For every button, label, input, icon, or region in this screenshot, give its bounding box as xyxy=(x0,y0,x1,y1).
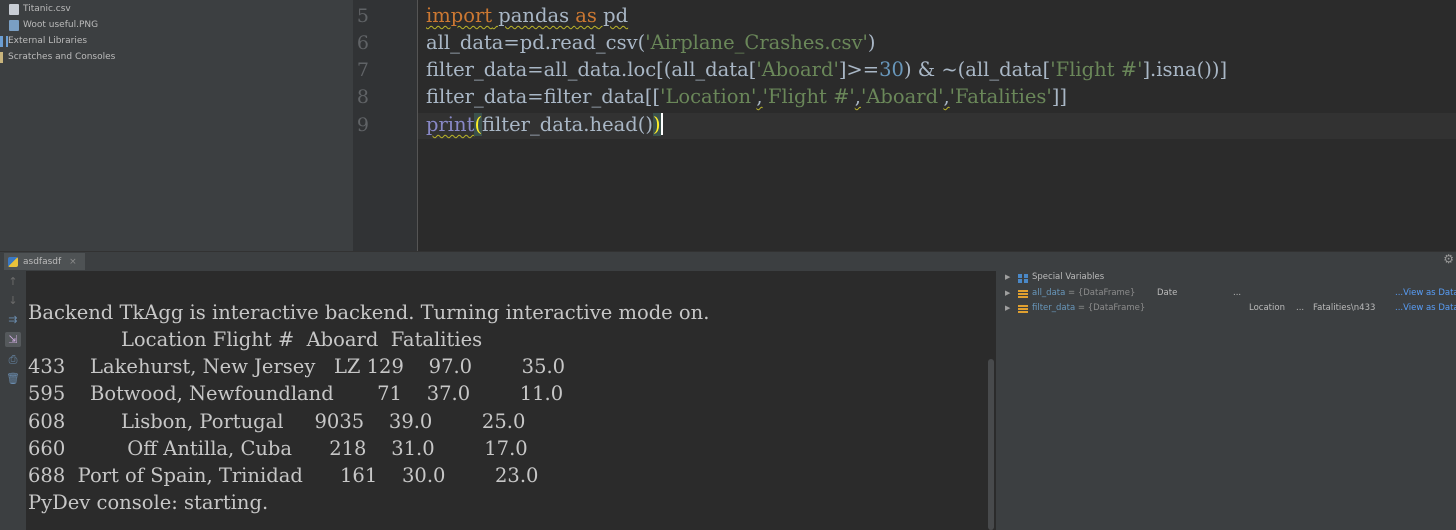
tree-item-label: Woot useful.PNG xyxy=(23,20,99,30)
matched-paren: ) xyxy=(652,113,661,136)
string-literal: 'Flight #' xyxy=(1050,58,1143,81)
dataframe-icon xyxy=(1018,290,1028,299)
line-number: 7 xyxy=(356,59,369,81)
tree-item-titanic-csv[interactable]: Titanic.csv xyxy=(9,1,71,17)
variable-preview: Fatalities\n433 xyxy=(1313,303,1376,313)
console-line: 433 Lakehurst, New Jersey LZ 129 97.0 35… xyxy=(28,355,566,378)
string-literal: 'Flight #' xyxy=(762,85,855,108)
matched-paren: ( xyxy=(474,113,483,136)
console-line: 608 Lisbon, Portugal 9035 39.0 25.0 xyxy=(28,410,526,433)
expand-arrow-icon[interactable]: ▶ xyxy=(1005,304,1010,312)
close-icon[interactable]: × xyxy=(69,257,77,267)
string-literal: 'Airplane_Crashes.csv' xyxy=(645,31,868,54)
console-line: 688 Port of Spain, Trinidad 161 30.0 23.… xyxy=(28,464,539,487)
code-text: all_data=pd.read_csv( xyxy=(426,31,646,54)
builtin-print: print xyxy=(426,113,475,136)
line-number: 6 xyxy=(356,32,369,54)
variable-name: filter_data = {DataFrame} xyxy=(1032,303,1145,313)
console-toolbar: ↑ ↓ ⇉ ⇲ ⎙ 🗑 xyxy=(0,271,26,530)
tree-item-label: Titanic.csv xyxy=(23,4,71,14)
variable-label: Special Variables xyxy=(1032,272,1105,282)
console-line: PyDev console: starting. xyxy=(28,491,269,514)
view-as-dataframe-link[interactable]: ...View as Data xyxy=(1395,288,1456,298)
module-alias: pd xyxy=(596,4,629,27)
gear-icon[interactable]: ⚙ xyxy=(1443,252,1454,266)
scroll-down-icon[interactable]: ↓ xyxy=(5,293,21,308)
code-text: ]>= xyxy=(838,58,880,81)
tree-item-external-libraries[interactable]: External Libraries xyxy=(0,33,87,49)
console-tab-label: asdfasdf xyxy=(23,256,62,267)
variable-preview: Location xyxy=(1249,303,1285,313)
console-line: Backend TkAgg is interactive backend. Tu… xyxy=(28,301,710,324)
code-text: ].isna())] xyxy=(1142,58,1228,81)
code-editor[interactable]: import pandas as pd all_data=pd.read_csv… xyxy=(418,0,1456,251)
code-line-6[interactable]: all_data=pd.read_csv('Airplane_Crashes.c… xyxy=(426,31,876,54)
project-tree: Titanic.csv Woot useful.PNG External Lib… xyxy=(0,0,353,251)
image-file-icon xyxy=(9,19,19,31)
variable-name-text: filter_data xyxy=(1032,303,1076,313)
variable-row-filter-data[interactable]: ▶ filter_data = {DataFrame} Location ...… xyxy=(1000,302,1456,317)
line-number: 8 xyxy=(356,86,369,108)
variable-preview: ... xyxy=(1233,288,1242,298)
string-literal: 'Aboard' xyxy=(860,85,944,108)
code-text: filter_data=filter_data[[ xyxy=(426,85,661,108)
tree-item-scratches[interactable]: Scratches and Consoles xyxy=(0,49,115,65)
scroll-up-icon[interactable]: ↑ xyxy=(5,274,21,289)
console-output[interactable]: Backend TkAgg is interactive backend. Tu… xyxy=(26,271,987,530)
code-line-8[interactable]: filter_data=filter_data[['Location','Fli… xyxy=(426,85,1067,108)
variable-row-special[interactable]: ▶ Special Variables xyxy=(1000,271,1456,286)
console-line: 595 Botwood, Newfoundland 71 37.0 11.0 xyxy=(28,382,564,405)
library-icon xyxy=(0,35,3,47)
variable-type: = {DataFrame} xyxy=(1075,303,1146,313)
scratches-icon xyxy=(0,51,3,63)
module-name: pandas xyxy=(492,4,576,27)
string-literal: 'Location' xyxy=(660,85,757,108)
string-literal: 'Fatalities' xyxy=(949,85,1052,108)
code-text: ) xyxy=(867,31,876,54)
expand-arrow-icon[interactable]: ▶ xyxy=(1005,273,1010,281)
code-line-9[interactable]: print(filter_data.head()) xyxy=(426,113,663,136)
variable-name: all_data = {DataFrame} xyxy=(1032,288,1135,298)
variable-preview: ... xyxy=(1296,303,1305,313)
variable-name-text: all_data xyxy=(1032,288,1066,298)
variable-row-all-data[interactable]: ▶ all_data = {DataFrame} Date ... ...Vie… xyxy=(1000,287,1456,302)
line-number: 5 xyxy=(356,5,369,27)
line-number: 9 xyxy=(356,114,369,136)
code-text: ]] xyxy=(1051,85,1067,108)
code-line-5[interactable]: import pandas as pd xyxy=(426,4,628,27)
python-icon xyxy=(8,256,18,267)
trash-icon[interactable]: 🗑 xyxy=(5,371,21,386)
view-as-dataframe-link[interactable]: ...View as Data xyxy=(1395,303,1456,313)
code-text: ) & ~(all_data[ xyxy=(903,58,1051,81)
dataframe-icon xyxy=(1018,305,1028,314)
expand-arrow-icon[interactable]: ▶ xyxy=(1005,289,1010,297)
console-tab[interactable]: asdfasdf × xyxy=(4,253,85,270)
tree-item-woot-png[interactable]: Woot useful.PNG xyxy=(9,17,98,33)
variables-panel: ▶ Special Variables ▶ all_data = {DataFr… xyxy=(1000,271,1456,530)
tree-item-label: External Libraries xyxy=(8,36,88,46)
scroll-to-end-icon[interactable]: ⇲ xyxy=(5,332,21,347)
string-literal: 'Aboard' xyxy=(756,58,839,81)
line-number-gutter: 5 6 7 8 9 xyxy=(355,0,418,251)
tool-window-header: asdfasdf × xyxy=(0,251,1456,272)
console-line: 660 Off Antilla, Cuba 218 31.0 17.0 xyxy=(28,437,528,460)
csv-file-icon xyxy=(9,3,19,15)
number-literal: 30 xyxy=(879,58,904,81)
soft-wrap-icon[interactable]: ⇉ xyxy=(5,312,21,327)
console-scrollbar[interactable] xyxy=(987,271,995,530)
text-caret xyxy=(660,113,663,135)
variable-type: = {DataFrame} xyxy=(1065,288,1136,298)
print-icon[interactable]: ⎙ xyxy=(5,352,21,367)
keyword-import: import xyxy=(426,4,493,27)
code-text: filter_data=all_data.loc[(all_data[ xyxy=(426,58,757,81)
code-text: filter_data.head() xyxy=(482,113,653,136)
tree-item-label: Scratches and Consoles xyxy=(8,52,116,62)
scrollbar-thumb[interactable] xyxy=(988,359,994,530)
console-line: Location Flight # Aboard Fatalities xyxy=(28,328,483,351)
keyword-as: as xyxy=(575,4,597,27)
variable-preview: Date xyxy=(1157,288,1178,298)
code-line-7[interactable]: filter_data=all_data.loc[(all_data['Aboa… xyxy=(426,58,1227,81)
special-variables-icon xyxy=(1018,274,1028,283)
